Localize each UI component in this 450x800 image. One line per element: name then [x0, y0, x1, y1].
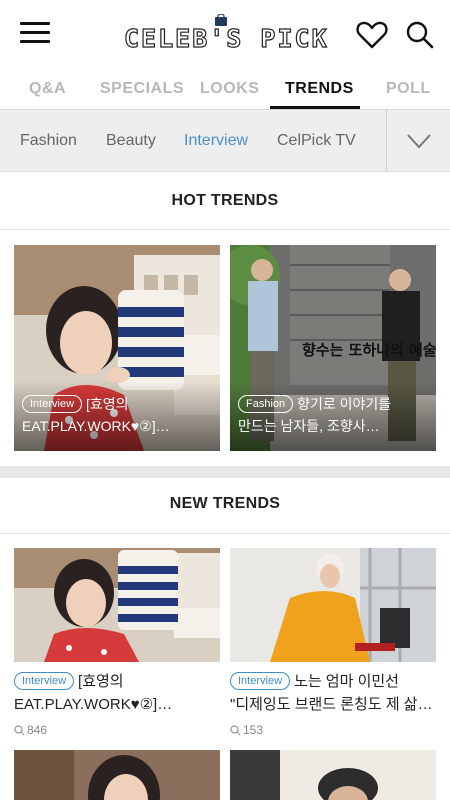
hot-card-caption: Fashion 향기로 이야기를 만드는 남자들, 조향사… — [238, 393, 428, 437]
divider — [0, 229, 450, 230]
article-thumbnail — [230, 750, 436, 800]
card-title-line1: [효영의 — [86, 396, 129, 412]
subcat-celpick-tv[interactable]: CelPick TV — [277, 132, 356, 150]
logo-text: CELEB'S PICK — [123, 23, 329, 53]
article-thumbnail — [230, 548, 436, 662]
new-card-title-line2[interactable]: "디제잉도 브랜드 론칭도 제 삶… — [230, 694, 440, 716]
expand-categories-button[interactable] — [386, 110, 450, 172]
category-badge: Fashion — [238, 395, 294, 413]
logo[interactable]: CELEB'S PICK — [100, 14, 350, 58]
subcategory-bar: Fashion Beauty Interview CelPick TV — [0, 110, 450, 172]
tab-trends[interactable]: TRENDS — [285, 80, 354, 98]
article-thumbnail — [14, 750, 220, 800]
main-tabs: Q&A SPECIALS LOOKS TRENDS POLL — [0, 72, 450, 110]
new-card-title-line2[interactable]: EAT.PLAY.WORK♥②]… — [14, 694, 224, 716]
card-title-line1: [효영의 — [78, 673, 124, 690]
section-separator — [0, 466, 450, 478]
tab-poll[interactable]: POLL — [386, 80, 431, 98]
hot-trend-card[interactable]: 향수는 또하나의 예술이다 Fashion향기로 이야기를 만드는 남자들, 조… — [230, 245, 436, 451]
new-card-title[interactable]: Interview 노는 엄마 이민선 — [230, 671, 440, 693]
category-badge: Interview — [22, 395, 83, 413]
hot-trends-title: HOT TRENDS — [171, 192, 279, 209]
category-badge: Interview — [230, 672, 291, 690]
new-trend-thumbnail[interactable] — [14, 548, 220, 662]
tab-looks[interactable]: LOOKS — [200, 80, 259, 98]
menu-icon[interactable] — [20, 22, 50, 48]
new-trend-thumbnail[interactable] — [230, 548, 436, 662]
tab-specials[interactable]: SPECIALS — [100, 80, 184, 98]
new-trend-thumbnail[interactable] — [230, 750, 436, 800]
view-count-value: 153 — [243, 723, 264, 737]
card-title-line2: 만드는 남자들, 조향사… — [238, 418, 380, 434]
search-icon — [230, 725, 241, 736]
divider — [0, 533, 450, 534]
card-title-line1: 노는 엄마 이민선 — [294, 673, 399, 690]
chevron-down-icon — [407, 134, 431, 149]
article-thumbnail — [14, 548, 220, 662]
card-title-line2: EAT.PLAY.WORK♥②]… — [22, 418, 170, 434]
new-trends-title: NEW TRENDS — [169, 495, 281, 512]
subcat-beauty[interactable]: Beauty — [106, 132, 156, 150]
search-icon[interactable] — [404, 20, 436, 50]
image-caption-text: 향수는 또하나의 예술이다 — [302, 341, 436, 359]
active-tab-indicator — [270, 106, 360, 109]
tab-qna[interactable]: Q&A — [29, 80, 66, 98]
subcat-interview[interactable]: Interview — [184, 132, 248, 150]
hot-card-caption: Interview [효영의 EAT.PLAY.WORK♥②]… — [22, 393, 212, 437]
heart-icon[interactable] — [356, 20, 388, 50]
search-icon — [14, 725, 25, 736]
view-count-value: 846 — [27, 723, 48, 737]
card-title-line1: 향기로 이야기를 — [297, 396, 392, 412]
app-header: CELEB'S PICK — [0, 0, 450, 72]
view-count: 153 — [230, 723, 263, 737]
hot-trend-card[interactable]: Interview [효영의 EAT.PLAY.WORK♥②]… — [14, 245, 220, 451]
new-card-title[interactable]: Interview [효영의 — [14, 671, 224, 693]
new-trend-thumbnail[interactable] — [14, 750, 220, 800]
category-badge: Interview — [14, 672, 75, 690]
view-count: 846 — [14, 723, 47, 737]
subcat-fashion[interactable]: Fashion — [20, 132, 77, 150]
